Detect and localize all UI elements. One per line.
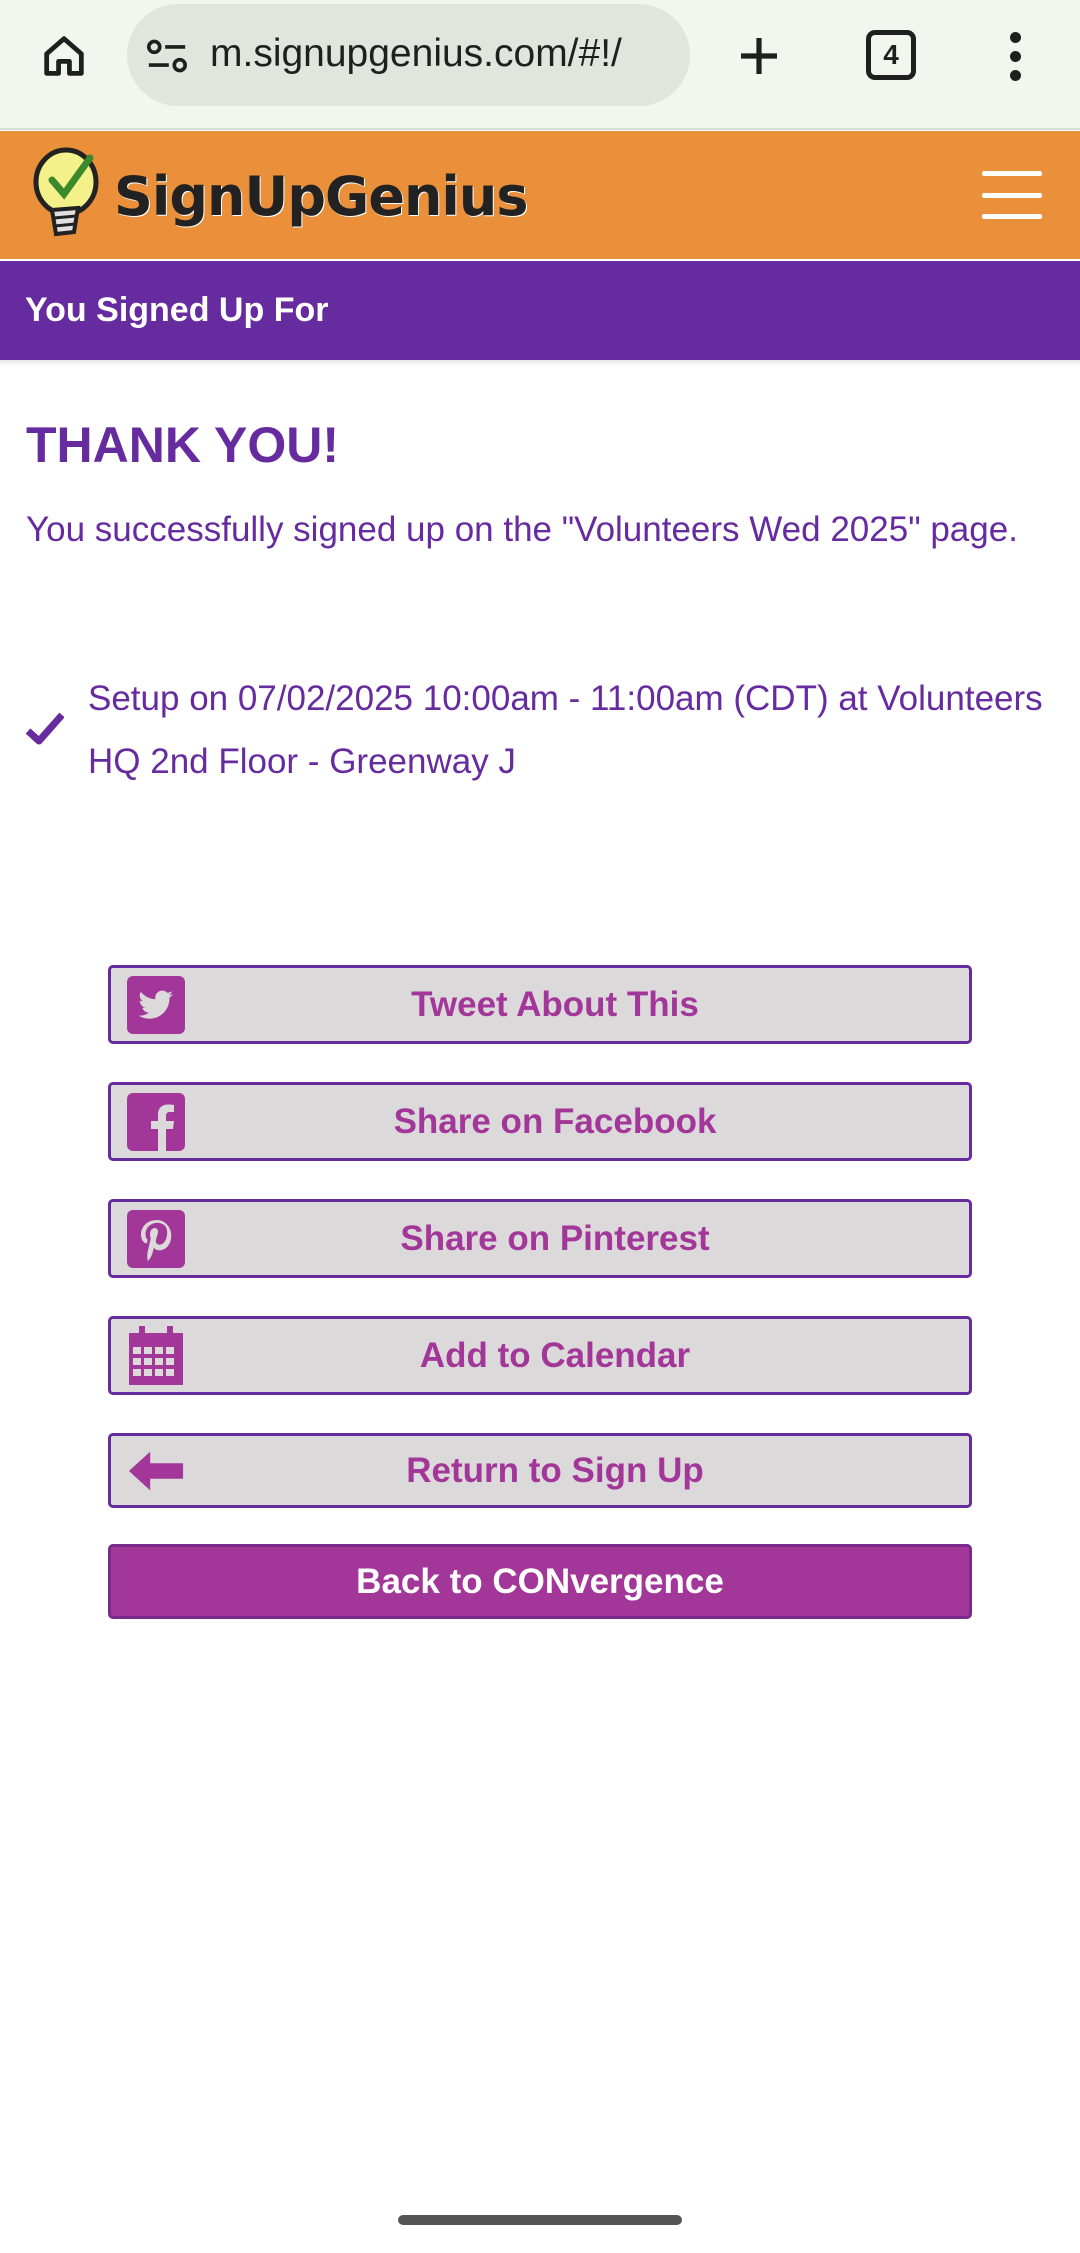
thank-you-heading: THANK YOU!	[26, 417, 339, 473]
pinterest-label: Share on Pinterest	[400, 1218, 710, 1258]
facebook-share-button[interactable]: Share on Facebook	[108, 1082, 972, 1161]
return-label: Return to Sign Up	[406, 1450, 704, 1490]
site-logo[interactable]: SignUpGenius	[30, 141, 528, 251]
tweet-button[interactable]: Tweet About This	[108, 965, 972, 1044]
pinterest-share-button[interactable]: Share on Pinterest	[108, 1199, 972, 1278]
url-text[interactable]: m.signupgenius.com/#!/	[210, 32, 670, 76]
twitter-icon	[127, 975, 185, 1034]
pinterest-icon	[127, 1209, 185, 1268]
site-info-icon[interactable]	[145, 36, 189, 76]
plus-icon	[741, 38, 777, 74]
gesture-bar[interactable]	[398, 2215, 682, 2225]
success-message: You successfully signed up on the "Volun…	[26, 510, 1018, 549]
back-to-convergence-button[interactable]: Back to CONvergence	[108, 1544, 972, 1619]
page-title-bar: You Signed Up For	[0, 261, 1080, 360]
lightbulb-logo-icon	[33, 147, 99, 237]
return-to-signup-button[interactable]: Return to Sign Up	[108, 1433, 972, 1508]
calendar-label: Add to Calendar	[419, 1335, 691, 1375]
checkmark-icon	[25, 667, 88, 793]
browser-toolbar: m.signupgenius.com/#!/ 4	[0, 0, 1080, 130]
home-icon	[44, 36, 84, 76]
page-title: You Signed Up For	[25, 291, 329, 329]
tab-count: 4	[883, 39, 899, 70]
divider	[0, 360, 1080, 366]
more-vert-icon[interactable]	[990, 22, 1040, 90]
back-label: Back to CONvergence	[356, 1561, 724, 1601]
tabs-icon[interactable]: 4	[866, 30, 916, 80]
slot-details: Setup on 07/02/2025 10:00am - 11:00am (C…	[88, 679, 1043, 781]
address-bar[interactable]: m.signupgenius.com/#!/	[127, 4, 690, 106]
facebook-label: Share on Facebook	[393, 1101, 717, 1141]
hamburger-icon[interactable]	[982, 171, 1042, 219]
calendar-icon	[127, 1325, 185, 1385]
facebook-icon	[127, 1092, 185, 1151]
add-to-calendar-button[interactable]: Add to Calendar	[108, 1316, 972, 1395]
new-tab-button[interactable]	[725, 22, 793, 90]
site-header: SignUpGenius	[0, 131, 1080, 259]
logo-text: SignUpGenius	[114, 164, 528, 228]
tweet-label: Tweet About This	[411, 984, 699, 1024]
arrow-left-icon	[127, 1442, 185, 1500]
signup-slot: Setup on 07/02/2025 10:00am - 11:00am (C…	[25, 667, 1056, 793]
home-button[interactable]	[30, 22, 98, 90]
